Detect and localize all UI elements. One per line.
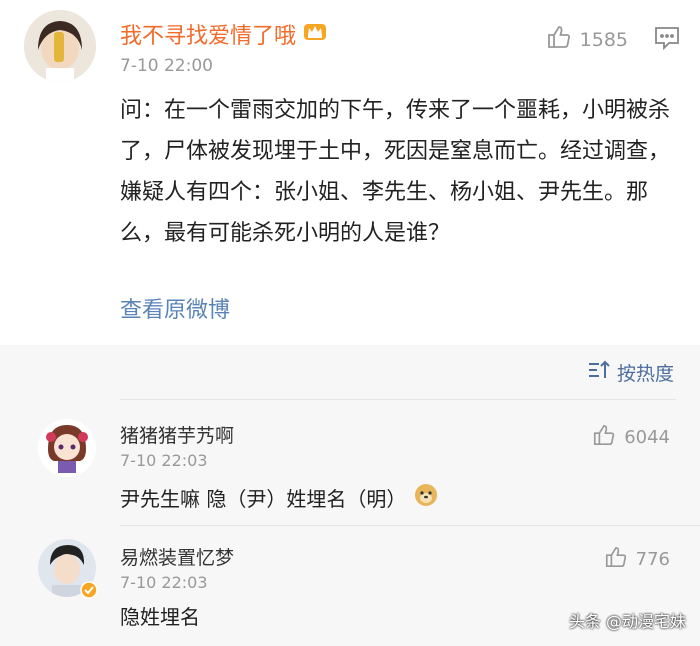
comment-like-button[interactable]: 776	[604, 545, 670, 574]
view-original-link[interactable]: 查看原微博	[120, 292, 230, 324]
comment-like-count: 776	[635, 549, 670, 570]
sort-by-hot-button[interactable]: 按热度	[587, 359, 674, 386]
divider	[120, 525, 700, 526]
post-author-avatar[interactable]	[24, 10, 96, 82]
doge-emoji-icon	[414, 483, 438, 512]
crown-badge-icon	[302, 20, 328, 48]
commenter-avatar[interactable]	[38, 419, 96, 477]
comment-like-button[interactable]: 6044	[592, 423, 670, 452]
comment-text-content: 隐姓埋名	[120, 605, 200, 629]
post-like-button[interactable]: 1585	[546, 24, 628, 55]
sort-icon	[587, 360, 611, 385]
post-like-count: 1585	[579, 28, 628, 51]
comment-text: 尹先生嘛 隐（尹）姓埋名（明）	[120, 483, 438, 512]
post-time: 7-10 22:00	[120, 56, 213, 76]
thumb-up-icon	[592, 423, 616, 452]
comment-time: 7-10 22:03	[120, 451, 208, 470]
comment-like-count: 6044	[624, 427, 670, 448]
divider	[120, 399, 676, 400]
weibo-post: 我不寻找爱情了哦 7-10 22:00 1585 问：在一个雷雨交加的下午，传来…	[0, 0, 700, 345]
post-author-name[interactable]: 我不寻找爱情了哦	[120, 18, 328, 50]
thumb-up-icon	[604, 545, 628, 574]
comment-text: 隐姓埋名	[120, 601, 200, 630]
verified-badge-icon	[80, 581, 98, 603]
comment-text-content: 尹先生嘛 隐（尹）姓埋名（明）	[120, 487, 407, 511]
watermark: 头条 @动漫宅妹	[568, 612, 686, 631]
post-body-text: 问：在一个雷雨交加的下午，传来了一个噩耗，小明被杀了，尸体被发现埋于土中，死因是…	[120, 98, 671, 246]
commenter-name[interactable]: 易燃装置忆梦	[120, 543, 234, 570]
sort-label: 按热度	[616, 363, 674, 385]
commenter-name[interactable]: 猪猪猪芋艿啊	[120, 421, 234, 448]
comment-time: 7-10 22:03	[120, 573, 208, 592]
comment-icon[interactable]	[654, 26, 680, 54]
thumb-up-icon	[546, 24, 572, 55]
post-author-name-text[interactable]: 我不寻找爱情了哦	[120, 18, 296, 50]
comments-section: 按热度 猪猪猪芋艿啊 7-10 22:03 6044 尹先生嘛 隐（尹）姓埋名（…	[0, 345, 700, 646]
